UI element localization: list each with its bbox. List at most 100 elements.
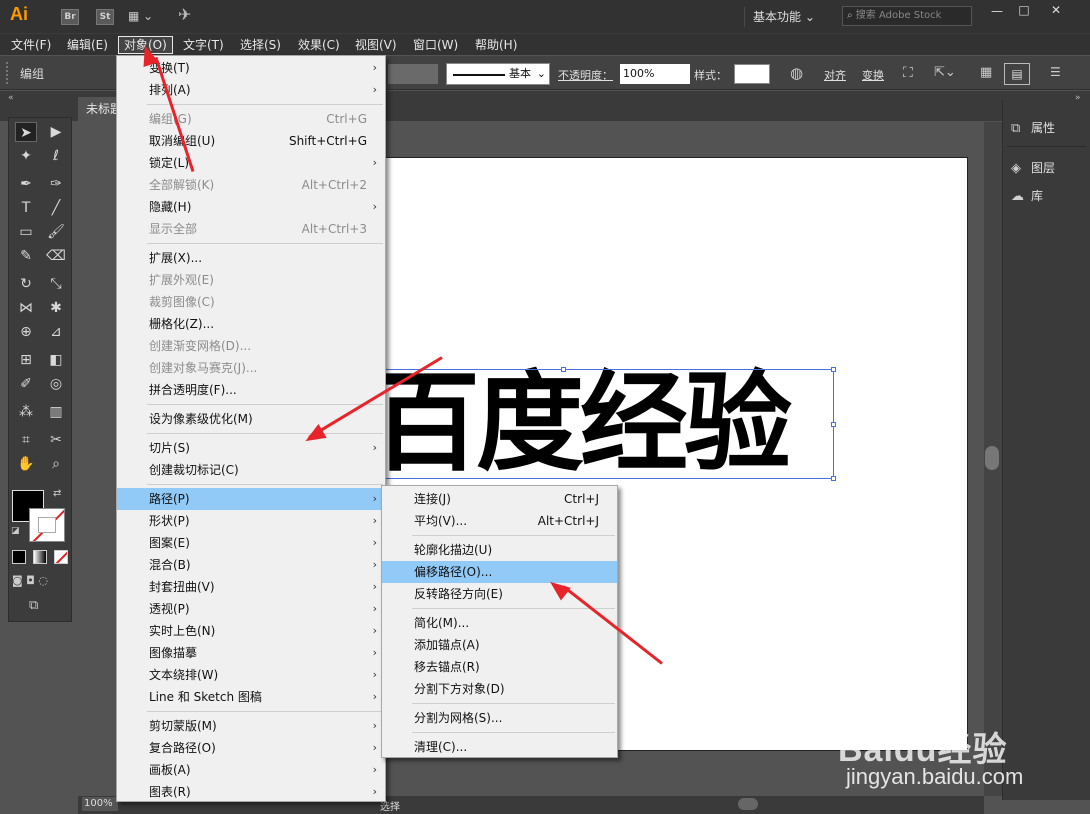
- properties-panel-button[interactable]: ⧉ 属性: [1011, 116, 1055, 140]
- collapse-toolbar-icon[interactable]: «: [8, 93, 14, 103]
- zoom-level[interactable]: 100%: [82, 797, 118, 811]
- graph-tool-icon[interactable]: ▥: [45, 402, 67, 422]
- menu-item[interactable]: 图表(R) ›: [117, 781, 385, 803]
- menu-item[interactable]: 画板(A) ›: [117, 759, 385, 781]
- menu-item[interactable]: 文本绕排(W) ›: [117, 664, 385, 686]
- menu-select[interactable]: 选择(S): [235, 36, 286, 54]
- panel-grip[interactable]: [6, 62, 9, 84]
- menu-type[interactable]: 文字(T): [178, 36, 229, 54]
- width-tool-icon[interactable]: ⋈: [15, 298, 37, 318]
- menu-item[interactable]: 排列(A) ›: [117, 79, 385, 101]
- artboard-tool-icon[interactable]: ⌗: [15, 430, 37, 450]
- menu-item[interactable]: 移去锚点(R): [382, 656, 617, 678]
- minimize-button[interactable]: —: [985, 4, 1009, 18]
- menu-item[interactable]: 拼合透明度(F)...: [117, 379, 385, 401]
- resize-handle[interactable]: [831, 422, 836, 427]
- scrollbar-thumb[interactable]: [985, 446, 999, 470]
- shape-builder-icon[interactable]: ⊕: [15, 322, 37, 342]
- menu-item[interactable]: 分割下方对象(D): [382, 678, 617, 700]
- arrange-icon[interactable]: ⇱⌄: [934, 65, 956, 80]
- bridge-icon[interactable]: Br: [61, 9, 79, 25]
- color-mode-icon[interactable]: [12, 550, 26, 564]
- default-colors-icon[interactable]: ◪: [11, 526, 20, 536]
- selection-tool-icon[interactable]: ➤: [15, 122, 37, 142]
- menu-item[interactable]: 路径(P) ›: [117, 488, 385, 510]
- puppet-warp-icon[interactable]: ✱: [45, 298, 67, 318]
- resize-handle[interactable]: [561, 367, 566, 372]
- menu-item[interactable]: 实时上色(N) ›: [117, 620, 385, 642]
- menu-item[interactable]: 设为像素级优化(M): [117, 408, 385, 430]
- swap-colors-icon[interactable]: ⇄: [53, 488, 61, 499]
- menu-item[interactable]: 图像描摹 ›: [117, 642, 385, 664]
- shaper-tool-icon[interactable]: ✎: [15, 246, 37, 266]
- opacity-label[interactable]: 不透明度：: [558, 67, 613, 83]
- isolate-icon[interactable]: ⛶: [903, 65, 913, 81]
- gradient-tool-icon[interactable]: ◧: [45, 350, 67, 370]
- menu-help[interactable]: 帮助(H): [470, 36, 522, 54]
- gpu-performance-icon[interactable]: ✈: [178, 5, 191, 24]
- menu-item[interactable]: 连接(J) Ctrl+J: [382, 488, 617, 510]
- menu-item[interactable]: 隐藏(H) ›: [117, 196, 385, 218]
- menu-item[interactable]: 栅格化(Z)...: [117, 313, 385, 335]
- pen-tool-icon[interactable]: ✒: [15, 174, 37, 194]
- recolor-artwork-icon[interactable]: ◍: [790, 64, 803, 82]
- stock-search-input[interactable]: ⌕ 搜索 Adobe Stock: [842, 6, 972, 26]
- grid-icon[interactable]: ▦: [980, 65, 992, 80]
- menu-view[interactable]: 视图(V): [350, 36, 402, 54]
- menu-item[interactable]: 清理(C)...: [382, 736, 617, 758]
- menu-item[interactable]: 平均(V)... Alt+Ctrl+J: [382, 510, 617, 532]
- layers-panel-button[interactable]: ◈ 图层: [1011, 156, 1055, 180]
- curvature-tool-icon[interactable]: ✑: [45, 174, 67, 194]
- eraser-icon[interactable]: ⌫: [45, 246, 67, 266]
- menu-item[interactable]: 复合路径(O) ›: [117, 737, 385, 759]
- menu-window[interactable]: 窗口(W): [408, 36, 463, 54]
- menu-item[interactable]: 透视(P) ›: [117, 598, 385, 620]
- align-button[interactable]: 对齐: [824, 67, 846, 83]
- rectangle-tool-icon[interactable]: ▭: [15, 222, 37, 242]
- stroke-profile-select[interactable]: 基本 ⌄: [446, 63, 550, 85]
- menu-item[interactable]: 混合(B) ›: [117, 554, 385, 576]
- menu-edit[interactable]: 编辑(E): [62, 36, 113, 54]
- menu-item[interactable]: 扩展(X)...: [117, 247, 385, 269]
- menu-item[interactable]: 封套扭曲(V) ›: [117, 576, 385, 598]
- close-button[interactable]: ✕: [1044, 3, 1068, 17]
- hand-tool-icon[interactable]: ✋: [15, 454, 37, 474]
- slice-tool-icon[interactable]: ✂: [45, 430, 67, 450]
- perspective-grid-icon[interactable]: ⊿: [45, 322, 67, 342]
- screen-mode-icon[interactable]: ⧉: [29, 598, 38, 613]
- menu-item[interactable]: 简化(M)...: [382, 612, 617, 634]
- menu-item[interactable]: 偏移路径(O)...: [382, 561, 617, 583]
- line-tool-icon[interactable]: ╱: [45, 198, 67, 218]
- paintbrush-icon[interactable]: 🖌: [45, 222, 67, 242]
- menu-more-icon[interactable]: ☰: [1050, 65, 1061, 79]
- scale-tool-icon[interactable]: ⤡: [45, 274, 67, 294]
- rotate-tool-icon[interactable]: ↻: [15, 274, 37, 294]
- menu-item[interactable]: 分割为网格(S)...: [382, 707, 617, 729]
- selection-bounding-box[interactable]: [381, 367, 836, 481]
- menu-file[interactable]: 文件(F): [6, 36, 56, 54]
- menu-item[interactable]: 创建裁切标记(C): [117, 459, 385, 481]
- resize-handle[interactable]: [831, 367, 836, 372]
- workspace-switcher[interactable]: 基本功能 ⌄: [744, 7, 815, 27]
- menu-item[interactable]: 轮廓化描边(U): [382, 539, 617, 561]
- arrange-documents-icon[interactable]: ▦ ⌄: [128, 9, 164, 25]
- direct-selection-tool-icon[interactable]: ▶: [45, 122, 67, 142]
- blend-tool-icon[interactable]: ◎: [45, 374, 67, 394]
- menu-item[interactable]: 锁定(L) ›: [117, 152, 385, 174]
- menu-item[interactable]: 形状(P) ›: [117, 510, 385, 532]
- draw-normal-icon[interactable]: ◙ ◘ ◌: [12, 574, 48, 587]
- libraries-panel-button[interactable]: ☁ 库: [1011, 184, 1043, 208]
- panel-menu-icon[interactable]: ▤: [1004, 63, 1030, 85]
- stroke-color-swatch[interactable]: [29, 508, 65, 542]
- menu-item[interactable]: 添加锚点(A): [382, 634, 617, 656]
- mesh-tool-icon[interactable]: ⊞: [15, 350, 37, 370]
- zoom-tool-icon[interactable]: ⌕: [45, 454, 67, 474]
- eyedropper-icon[interactable]: ✐: [15, 374, 37, 394]
- menu-item[interactable]: 剪切蒙版(M) ›: [117, 715, 385, 737]
- opacity-input[interactable]: 100%: [620, 64, 690, 84]
- graphic-style-picker[interactable]: [734, 64, 770, 84]
- magic-wand-icon[interactable]: ✦: [15, 146, 37, 166]
- type-tool-icon[interactable]: T: [15, 198, 37, 218]
- menu-effect[interactable]: 效果(C): [293, 36, 345, 54]
- none-mode-icon[interactable]: [54, 550, 68, 564]
